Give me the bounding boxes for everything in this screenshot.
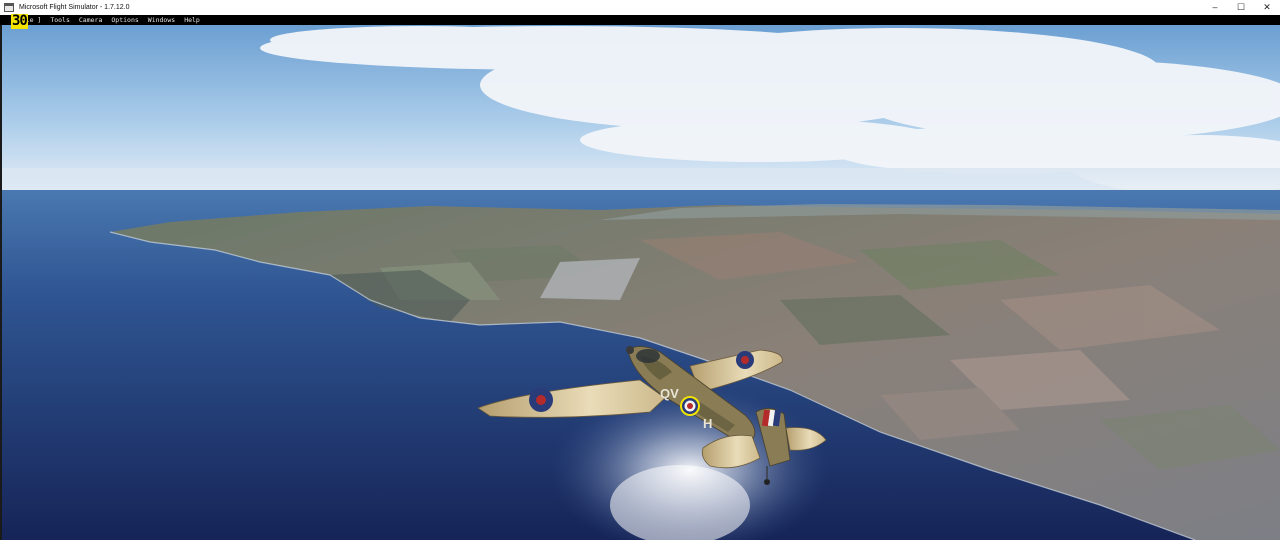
dev-menu-bar: [ File ] Tools Camera Options Windows He… <box>0 15 1280 25</box>
close-button[interactable]: ✕ <box>1254 0 1280 15</box>
menu-windows[interactable]: Windows <box>148 15 175 25</box>
fuselage-tail-letter: H <box>703 416 712 431</box>
flight-scene: QV H <box>0 25 1280 540</box>
menu-options[interactable]: Options <box>111 15 138 25</box>
wing-roundel-right <box>736 351 754 369</box>
fps-counter: 30 <box>11 13 28 29</box>
maximize-button[interactable]: ☐ <box>1228 0 1254 15</box>
app-window-icon[interactable] <box>4 3 14 12</box>
fuselage-roundel <box>680 396 700 416</box>
window-left-edge <box>0 25 2 540</box>
fuselage-code-letters: QV <box>660 386 679 401</box>
menu-tools[interactable]: Tools <box>50 15 70 25</box>
window-controls: – ☐ ✕ <box>1202 0 1280 15</box>
menu-help[interactable]: Help <box>184 15 200 25</box>
window-title: Microsoft Flight Simulator - 1.7.12.0 <box>19 4 130 11</box>
minimize-button[interactable]: – <box>1202 0 1228 15</box>
window-title-bar: Microsoft Flight Simulator - 1.7.12.0 – … <box>0 0 1280 15</box>
wing-roundel-left <box>529 388 553 412</box>
simulator-viewport[interactable]: QV H <box>0 25 1280 540</box>
menu-camera[interactable]: Camera <box>79 15 102 25</box>
